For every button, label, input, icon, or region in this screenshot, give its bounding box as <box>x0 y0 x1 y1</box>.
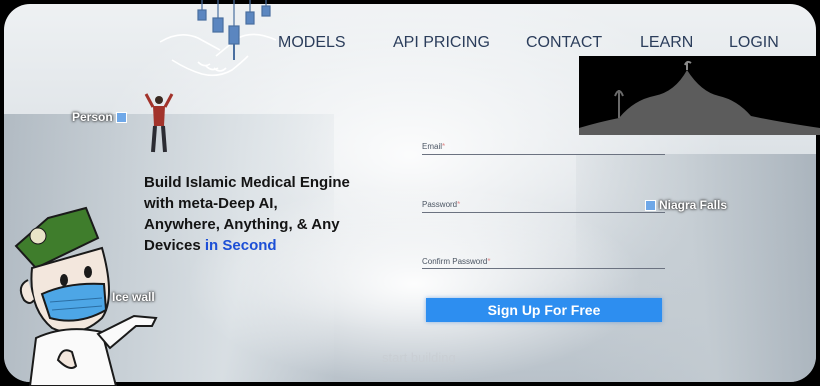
nav-models[interactable]: MODELS <box>278 34 346 52</box>
nav-contact[interactable]: CONTACT <box>526 34 602 52</box>
password-underline <box>422 212 665 213</box>
mascot-boy-mask-icon <box>14 206 158 386</box>
email-underline <box>422 154 665 155</box>
handshake-lantern-logo-icon <box>159 0 277 77</box>
sign-up-button[interactable]: Sign Up For Free <box>426 298 662 322</box>
climber-figure <box>144 93 174 153</box>
headline-highlight: in Second <box>204 237 277 254</box>
headline-line-1: Build Islamic Medical Engine <box>144 174 350 191</box>
mosque-graphic <box>579 56 820 135</box>
page-frame: start building MODELS API PRICING CONTAC… <box>0 0 820 386</box>
nav-learn[interactable]: LEARN <box>640 34 693 52</box>
faint-start-building: start building <box>382 350 456 365</box>
nav-login[interactable]: LOGIN <box>729 34 779 52</box>
headline-line-2: with meta-Deep AI, <box>144 195 278 212</box>
headline-line-4: Devices in Second <box>144 237 277 254</box>
mosque-dome-icon <box>579 60 820 135</box>
confirm-password-underline <box>422 268 665 269</box>
hero-headline: Build Islamic Medical Engine with meta-D… <box>144 172 404 256</box>
nav-api-pricing[interactable]: API PRICING <box>393 34 490 52</box>
headline-line-3: Anywhere, Anything, & Any <box>144 216 340 233</box>
tag-person: Person <box>72 110 127 124</box>
